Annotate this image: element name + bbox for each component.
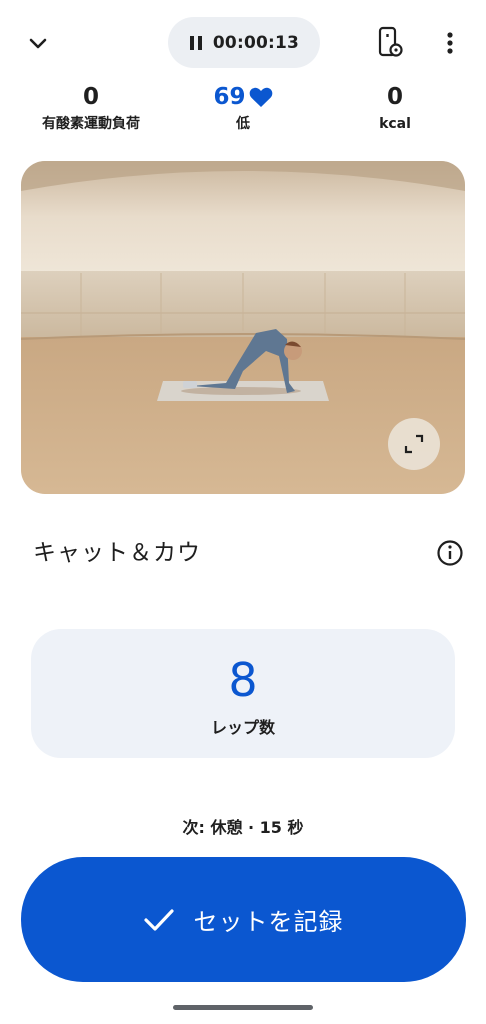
log-set-button[interactable]: セットを記録: [21, 857, 466, 982]
watch-settings-button[interactable]: [372, 24, 408, 60]
calories-stat: 0 kcal: [325, 82, 465, 134]
home-indicator[interactable]: [173, 1005, 313, 1010]
cardio-load-value: 0: [82, 84, 99, 110]
heart-rate-value-wrap: 69: [213, 82, 272, 112]
pause-icon: [189, 35, 202, 50]
heart-icon: [249, 87, 272, 107]
cardio-load-stat: 0 有酸素運動負荷: [21, 82, 161, 134]
rep-count: 8: [228, 653, 258, 707]
collapse-button[interactable]: [22, 28, 54, 60]
fullscreen-button[interactable]: [388, 418, 440, 470]
elapsed-time: 00:00:13: [212, 32, 300, 53]
next-up-text: 次: 休憩 · 15 秒: [182, 818, 304, 837]
more-vert-icon: [447, 32, 453, 54]
timer-pause-button[interactable]: 00:00:13: [168, 17, 320, 68]
log-set-label: セットを記録: [193, 908, 344, 936]
watch-settings-icon: [378, 26, 403, 57]
heart-rate-zone-label: 低: [236, 116, 250, 132]
check-icon: [143, 908, 174, 931]
rep-count-label: レップ数: [210, 718, 275, 737]
exercise-info-button[interactable]: [434, 537, 466, 569]
heart-rate-stat: 69 低: [173, 82, 313, 134]
more-options-button[interactable]: [434, 26, 466, 60]
exercise-title: キャット＆カウ: [33, 540, 201, 566]
fullscreen-icon: [404, 434, 424, 454]
chevron-down-icon: [29, 38, 47, 49]
info-icon: [437, 540, 463, 566]
calories-value: 0: [386, 84, 403, 110]
cardio-load-label: 有酸素運動負荷: [42, 116, 140, 132]
heart-rate-value: 69: [213, 84, 246, 110]
calories-label: kcal: [379, 116, 411, 132]
